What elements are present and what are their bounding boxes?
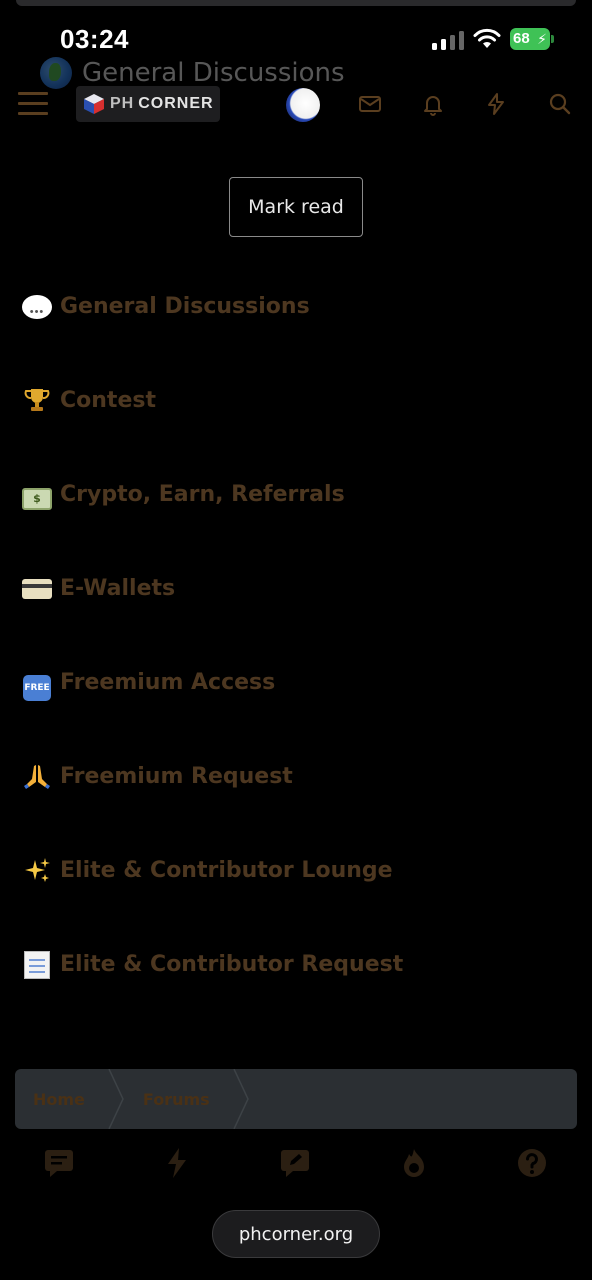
forum-title[interactable]: Crypto, Earn, Referrals xyxy=(60,472,345,518)
user-avatar[interactable] xyxy=(286,88,320,122)
browser-url-pill[interactable]: phcorner.org xyxy=(212,1210,380,1258)
chat-icon[interactable] xyxy=(42,1146,76,1180)
wifi-icon xyxy=(473,28,501,48)
chevron-right-icon xyxy=(232,1069,249,1129)
envelope-icon[interactable] xyxy=(358,92,382,116)
speech-bubble-icon xyxy=(22,292,52,327)
cellular-signal-icon xyxy=(432,30,464,50)
memo-icon xyxy=(22,950,52,980)
chevron-right-icon xyxy=(108,1069,124,1129)
forum-item[interactable]: $ Crypto, Earn, Referrals xyxy=(22,472,582,566)
mark-read-button[interactable]: Mark read xyxy=(229,177,363,237)
breadcrumb-forums[interactable]: Forums xyxy=(125,1069,232,1129)
battery-indicator: 68 ⚡ xyxy=(510,28,550,50)
forum-item[interactable]: FREE Freemium Access xyxy=(22,660,582,754)
forum-item[interactable]: Elite & Contributor Request xyxy=(22,942,582,1036)
search-icon[interactable] xyxy=(548,92,572,116)
forum-item[interactable]: General Discussions xyxy=(22,284,582,378)
lightning-icon[interactable] xyxy=(160,1146,194,1180)
cube-logo-icon xyxy=(84,94,104,114)
site-logo[interactable]: PH CORNER xyxy=(76,86,220,122)
forum-item[interactable]: E-Wallets xyxy=(22,566,582,660)
menu-icon[interactable] xyxy=(18,92,48,116)
praying-hands-icon xyxy=(22,762,52,792)
forum-item[interactable]: Elite & Contributor Lounge xyxy=(22,848,582,942)
charging-bolt-icon: ⚡ xyxy=(537,31,547,47)
free-badge-icon: FREE xyxy=(22,668,52,701)
money-icon: $ xyxy=(22,480,52,510)
breadcrumb: Home Forums xyxy=(15,1069,577,1129)
forum-title[interactable]: Elite & Contributor Lounge xyxy=(60,848,393,894)
forum-title[interactable]: Freemium Request xyxy=(60,754,293,800)
battery-level: 68 xyxy=(513,30,530,47)
forum-item[interactable]: Contest xyxy=(22,378,582,472)
sparkles-icon xyxy=(22,856,52,886)
forum-title[interactable]: Freemium Access xyxy=(60,660,275,706)
lightning-icon[interactable] xyxy=(484,92,508,116)
forum-title[interactable]: Contest xyxy=(60,378,156,424)
help-icon[interactable] xyxy=(515,1146,549,1180)
forum-title[interactable]: General Discussions xyxy=(60,284,310,330)
credit-card-icon xyxy=(22,574,52,604)
logo-ph-text: PH xyxy=(110,95,135,112)
edit-post-icon[interactable] xyxy=(278,1146,312,1180)
logo-corner-text: CORNER xyxy=(138,95,214,112)
forum-title[interactable]: E-Wallets xyxy=(60,566,175,612)
bell-icon[interactable] xyxy=(421,92,445,116)
bottom-toolbar xyxy=(0,1140,592,1190)
fire-icon[interactable] xyxy=(397,1146,431,1180)
battery-cap xyxy=(551,35,554,43)
status-time: 03:24 xyxy=(60,24,129,54)
breadcrumb-home[interactable]: Home xyxy=(15,1069,107,1129)
trophy-icon xyxy=(22,386,52,416)
site-nav-bar: PH CORNER xyxy=(0,80,592,128)
forum-title[interactable]: Elite & Contributor Request xyxy=(60,942,403,988)
forum-list: General Discussions Contest $ Crypto, Ea… xyxy=(22,284,582,1036)
forum-item[interactable]: Freemium Request xyxy=(22,754,582,848)
